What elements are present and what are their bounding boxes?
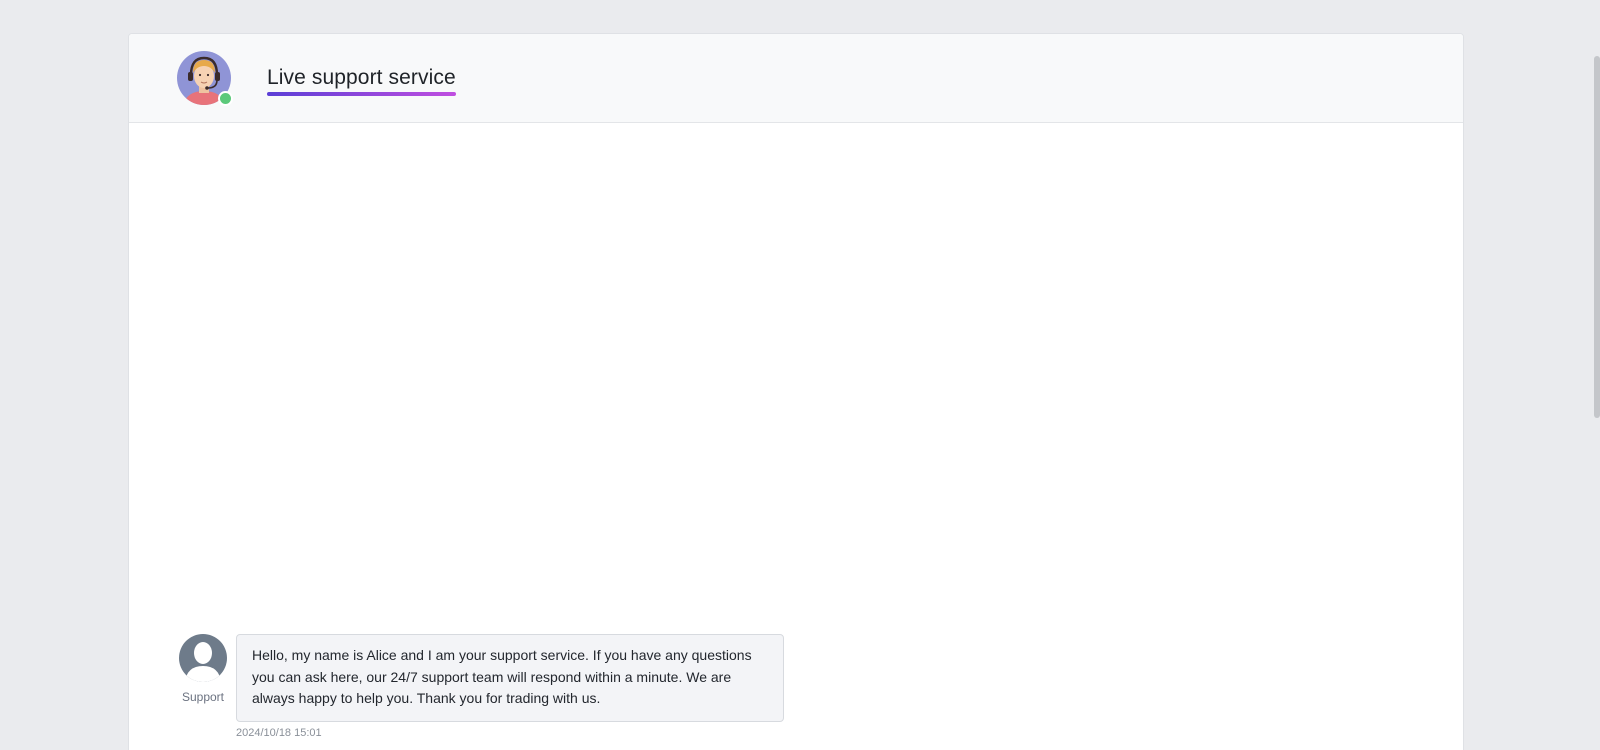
chat-title-text: Live support service — [267, 66, 456, 89]
chat-title: Live support service — [267, 66, 456, 96]
chat-header: Live support service — [129, 34, 1463, 123]
sender-avatar — [179, 634, 227, 682]
user-silhouette-icon — [185, 642, 221, 682]
message-bubble: Hello, my name is Alice and I am your su… — [236, 634, 784, 722]
agent-avatar — [177, 51, 233, 106]
message-list: Support Hello, my name is Alice and I am… — [129, 123, 1463, 750]
online-status-indicator — [218, 91, 233, 106]
message-timestamp: 2024/10/18 15:01 — [236, 727, 322, 739]
sender-name: Support — [181, 690, 225, 704]
chat-panel: Live support service Support Hello, my n… — [128, 33, 1464, 750]
title-underline — [267, 92, 456, 96]
page: Live support service Support Hello, my n… — [0, 0, 1600, 750]
page-scrollbar[interactable] — [1594, 56, 1600, 418]
